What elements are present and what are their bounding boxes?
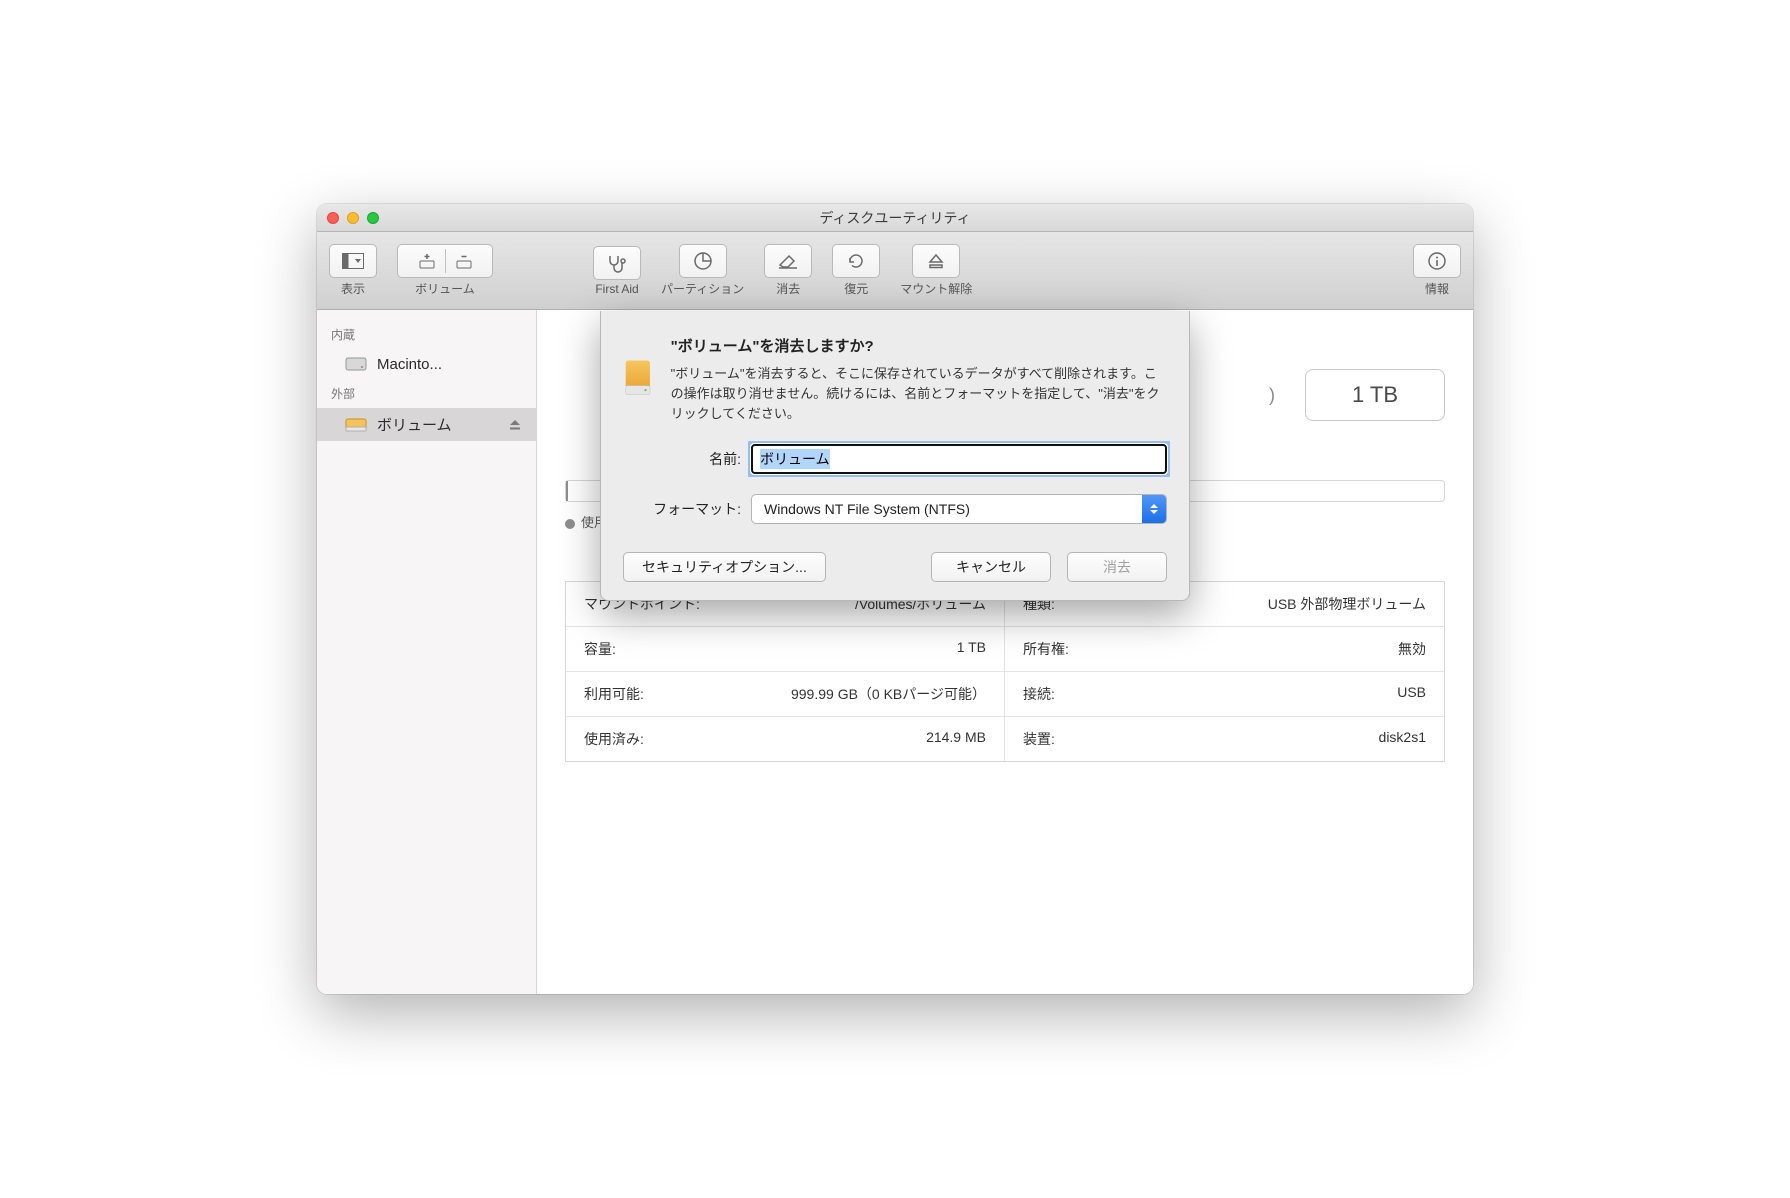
format-label: フォーマット: bbox=[623, 499, 741, 519]
volume-subtext-fragment: ) bbox=[1269, 385, 1275, 406]
sidebar: 内蔵 Macinto... 外部 ボリューム bbox=[317, 310, 537, 994]
internal-disk-icon bbox=[345, 355, 367, 373]
toolbar-erase-group: 消去 bbox=[764, 244, 812, 297]
sidebar-view-icon bbox=[342, 253, 364, 269]
cancel-button[interactable]: キャンセル bbox=[931, 552, 1051, 582]
eraser-icon bbox=[777, 252, 799, 270]
unmount-button[interactable] bbox=[912, 244, 960, 278]
eject-icon[interactable] bbox=[508, 418, 522, 432]
pie-icon bbox=[693, 251, 713, 271]
toolbar-firstaid-group: First Aid bbox=[593, 246, 641, 296]
dialog-buttons: セキュリティオプション... キャンセル 消去 bbox=[623, 552, 1167, 582]
external-drive-icon bbox=[623, 335, 653, 421]
view-label: 表示 bbox=[341, 280, 365, 297]
info-connection: 接続:USB bbox=[1005, 672, 1444, 717]
stethoscope-icon bbox=[606, 253, 628, 273]
external-disk-icon bbox=[345, 416, 367, 434]
info-button[interactable] bbox=[1413, 244, 1461, 278]
dialog-heading: "ボリューム"を消去しますか? bbox=[671, 335, 1167, 356]
erase-label: 消去 bbox=[776, 280, 800, 297]
add-volume-icon bbox=[417, 251, 437, 271]
toolbar-view-group: 表示 bbox=[329, 244, 377, 297]
sidebar-item-macintosh[interactable]: Macinto... bbox=[317, 349, 536, 379]
sidebar-item-label: ボリューム bbox=[377, 414, 452, 435]
dialog-top: "ボリューム"を消去しますか? "ボリューム"を消去すると、そこに保存されている… bbox=[623, 335, 1167, 424]
info-capacity: 容量:1 TB bbox=[566, 627, 1005, 672]
info-label: 情報 bbox=[1425, 280, 1449, 297]
dialog-body: "ボリューム"を消去すると、そこに保存されているデータがすべて削除されます。この… bbox=[671, 364, 1167, 424]
view-button[interactable] bbox=[329, 244, 377, 278]
toolbar-volume-group: ボリューム bbox=[397, 244, 493, 297]
select-stepper-icon bbox=[1142, 495, 1166, 523]
size-pill: 1 TB bbox=[1305, 369, 1445, 421]
eject-icon bbox=[927, 252, 945, 270]
first-aid-label: First Aid bbox=[595, 282, 638, 296]
sidebar-section-external: 外部 bbox=[317, 379, 536, 408]
erase-confirm-button[interactable]: 消去 bbox=[1067, 552, 1167, 582]
erase-dialog: "ボリューム"を消去しますか? "ボリューム"を消去すると、そこに保存されている… bbox=[600, 311, 1190, 601]
name-label: 名前: bbox=[623, 449, 741, 469]
unmount-label: マウント解除 bbox=[900, 280, 972, 297]
toolbar-partition-group: パーティション bbox=[661, 244, 744, 297]
first-aid-button[interactable] bbox=[593, 246, 641, 280]
toolbar-info-group: 情報 bbox=[1413, 244, 1461, 297]
partition-button[interactable] bbox=[679, 244, 727, 278]
name-input[interactable] bbox=[751, 444, 1167, 474]
info-device: 装置:disk2s1 bbox=[1005, 717, 1444, 761]
window: ディスクユーティリティ 表示 ボリューム First Aid bbox=[317, 204, 1473, 994]
format-selected-value: Windows NT File System (NTFS) bbox=[764, 501, 970, 517]
toolbar-restore-group: 復元 bbox=[832, 244, 880, 297]
sidebar-item-volume[interactable]: ボリューム bbox=[317, 408, 536, 441]
restore-icon bbox=[846, 251, 866, 271]
format-row: フォーマット: Windows NT File System (NTFS) bbox=[623, 494, 1167, 524]
info-grid: マウントポイント:/Volumes/ボリューム 種類:USB 外部物理ボリューム… bbox=[565, 581, 1445, 762]
info-used: 使用済み:214.9 MB bbox=[566, 717, 1005, 761]
sidebar-item-label: Macinto... bbox=[377, 356, 442, 373]
info-available: 利用可能:999.99 GB（0 KBパージ可能） bbox=[566, 672, 1005, 717]
dialog-message: "ボリューム"を消去しますか? "ボリューム"を消去すると、そこに保存されている… bbox=[671, 335, 1167, 424]
toolbar: 表示 ボリューム First Aid パーティション bbox=[317, 232, 1473, 310]
toolbar-unmount-group: マウント解除 bbox=[900, 244, 972, 297]
window-title: ディスクユーティリティ bbox=[317, 208, 1473, 228]
volume-buttons[interactable] bbox=[397, 244, 493, 278]
sidebar-section-internal: 内蔵 bbox=[317, 320, 536, 349]
volume-label: ボリューム bbox=[415, 280, 475, 297]
restore-button[interactable] bbox=[832, 244, 880, 278]
format-select[interactable]: Windows NT File System (NTFS) bbox=[751, 494, 1167, 524]
security-options-button[interactable]: セキュリティオプション... bbox=[623, 552, 826, 582]
partition-label: パーティション bbox=[661, 280, 744, 297]
remove-volume-icon bbox=[454, 251, 474, 271]
name-row: 名前: bbox=[623, 444, 1167, 474]
titlebar: ディスクユーティリティ bbox=[317, 204, 1473, 232]
usage-bar-used-segment bbox=[566, 481, 568, 501]
erase-button[interactable] bbox=[764, 244, 812, 278]
restore-label: 復元 bbox=[844, 280, 868, 297]
info-icon bbox=[1427, 251, 1447, 271]
info-owner: 所有権:無効 bbox=[1005, 627, 1444, 672]
